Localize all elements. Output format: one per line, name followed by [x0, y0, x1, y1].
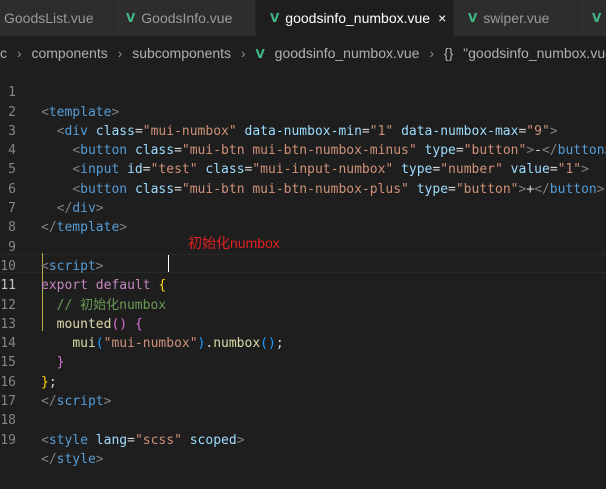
code-line: 7 </template>: [0, 180, 606, 235]
tab-goodsinfo[interactable]: V GoodsInfo.vue: [114, 0, 256, 36]
breadcrumb-item[interactable]: subcomponents: [132, 45, 231, 61]
vue-file-icon: V: [270, 11, 280, 25]
code-line: 10 export default {: [0, 258, 167, 294]
code-line: 5 <button class="mui-btn mui-btn-numbox-…: [0, 141, 606, 196]
tab-goodsinfo-numbox[interactable]: Vgoodsinfo_numbox.vue ×: [256, 0, 454, 36]
breadcrumb-item[interactable]: goodsinfo_numbox.vue: [275, 45, 420, 61]
code-line: 4 <input id="test" class="mui-input-numb…: [0, 122, 606, 177]
code-line: 11 // 初始化numbox: [0, 278, 167, 313]
code-line: 14 }: [0, 336, 65, 371]
breadcrumb-separator: ›: [117, 45, 123, 61]
braces-icon: {}: [443, 45, 454, 61]
code-line: 16 </script>: [0, 374, 112, 410]
breadcrumb-item[interactable]: "goodsinfo_numbox.vue": [463, 45, 606, 61]
code-line: 13 mui("mui-numbox").numbox();: [0, 316, 284, 352]
vue-file-icon: V: [592, 11, 602, 25]
text-cursor: [168, 255, 169, 272]
annotation-text: 初始化numbox: [188, 235, 280, 251]
code-line: 15 };: [0, 355, 57, 390]
breadcrumb-item[interactable]: components: [31, 45, 107, 61]
tab-label: goodsinfo_numbox.vue: [285, 10, 431, 26]
code-line: 9 <script>: [0, 218, 606, 274]
code-line: 8: [0, 199, 606, 235]
code-line: 6 </div>: [0, 160, 606, 216]
code-editor[interactable]: 1 <template> 2 <div class="mui-numbox" d…: [0, 64, 606, 467]
code-line: 1 <template>: [0, 64, 606, 119]
breadcrumb-separator: ›: [240, 45, 246, 61]
tab-label: swiper.vue: [483, 10, 550, 26]
close-icon[interactable]: ×: [438, 10, 446, 26]
tab-label: GoodsInfo.vue: [141, 10, 233, 26]
editor-tab-bar: GoodsList.vue V GoodsInfo.vue Vgoodsinfo_…: [0, 0, 606, 36]
tab-swiper[interactable]: Vswiper.vue: [454, 0, 578, 36]
code-line: 2 <div class="mui-numbox" data-numbox-mi…: [0, 83, 606, 139]
tab-label: GoodsList.vue: [4, 10, 94, 26]
code-line: 12 mounted() {: [0, 297, 143, 332]
vue-file-icon: V: [255, 47, 265, 61]
code-line: 3 <button class="mui-btn mui-btn-numbox-…: [0, 103, 606, 158]
line-number: 19: [0, 432, 16, 448]
tab-goodslist[interactable]: GoodsList.vue: [0, 0, 114, 36]
tab-overflow[interactable]: V: [578, 0, 606, 36]
vue-file-icon: V: [468, 11, 478, 25]
breadcrumb-item[interactable]: c: [0, 45, 7, 61]
code-line: 19 </style>: [0, 432, 104, 467]
code-line: 17: [0, 373, 606, 409]
breadcrumb-separator: ›: [429, 45, 435, 61]
breadcrumb-separator: ›: [16, 45, 22, 61]
code-line: 18 <style lang="scss" scoped>: [0, 413, 245, 448]
vue-file-icon: V: [126, 11, 136, 25]
